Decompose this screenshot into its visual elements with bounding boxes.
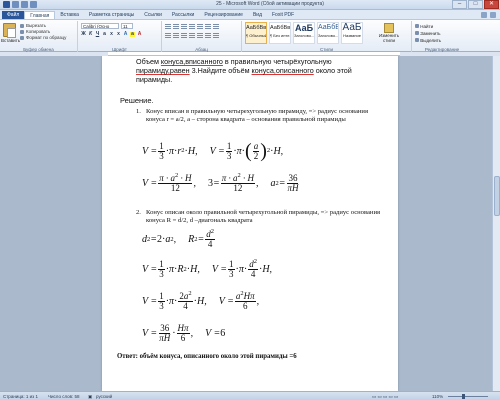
tab-view[interactable]: Вид <box>248 11 267 19</box>
document-page[interactable]: Объем конуса,вписанного в правильную чет… <box>102 56 398 391</box>
align-center-icon[interactable] <box>173 33 179 38</box>
item-1-number: 1. <box>136 108 141 115</box>
subscript-button[interactable]: x <box>109 32 114 37</box>
language-indicator[interactable]: русский <box>96 394 112 399</box>
quick-access-toolbar <box>3 1 37 8</box>
zoom-slider[interactable] <box>448 396 488 397</box>
maximize-button[interactable]: □ <box>468 0 483 9</box>
justify-icon[interactable] <box>189 33 195 38</box>
style-title[interactable]: АаБ Название <box>341 22 363 44</box>
find-button[interactable]: Найти <box>415 23 441 30</box>
ribbon-tabs: Файл Главная Вставка Разметка страницы С… <box>0 10 500 19</box>
paste-button[interactable]: Вставить <box>1 38 20 43</box>
tab-file[interactable]: Файл <box>2 11 25 19</box>
style-heading-2[interactable]: АаБбВв Заголово... <box>317 22 339 44</box>
increase-indent-icon[interactable] <box>197 24 203 29</box>
tab-review[interactable]: Рецензирование <box>199 11 248 19</box>
align-right-icon[interactable] <box>181 33 187 38</box>
style-no-spacing[interactable]: АаБбВвГг ¶ Без инте... <box>269 22 291 44</box>
view-buttons[interactable]: ▭ ▭ ▭ ▭ ▭ <box>372 394 398 400</box>
formula-diagonal: d2 = 2· a 2, R2 = d2 4 <box>142 228 215 249</box>
paste-icon[interactable] <box>3 23 16 38</box>
cursor-icon <box>415 38 419 42</box>
font-color-button[interactable]: A <box>137 32 142 37</box>
tab-references[interactable]: Ссылки <box>139 11 167 19</box>
title-bar: 25 - Microsoft Word (Сбой активации прод… <box>0 0 500 10</box>
superscript-button[interactable]: x <box>116 32 121 37</box>
help-icon[interactable] <box>490 12 496 18</box>
solution-label: Решение. <box>120 96 154 105</box>
redo-icon[interactable] <box>30 1 37 8</box>
highlight-button[interactable]: a <box>130 32 135 37</box>
show-marks-icon[interactable] <box>213 24 219 29</box>
tab-home[interactable]: Главная <box>24 11 56 19</box>
underline-button[interactable]: Ч <box>95 32 100 37</box>
scissors-icon <box>20 24 24 28</box>
format-painter-button[interactable]: Формат по образцу <box>20 35 66 41</box>
change-styles-button[interactable]: Изменить стили <box>378 23 400 43</box>
font-size-select[interactable]: 11 <box>121 23 133 29</box>
decrease-indent-icon[interactable] <box>189 24 195 29</box>
italic-button[interactable]: К <box>88 32 93 37</box>
clipboard-group: Вставить Вырезать Копировать Формат по о… <box>0 21 78 52</box>
formula-volume-circumscribed: V = 1 3 · π · R 2 · H, V = 1 3 · π · d2 4 · H, <box>142 258 273 279</box>
replace-icon <box>415 31 419 35</box>
task-text: Объем конуса,вписанного в правильную чет… <box>136 57 352 84</box>
formula-volume-result: V = 36 πH · Hπ 6, V = 6 <box>142 323 226 343</box>
scrollbar-thumb[interactable] <box>494 176 500 216</box>
ribbon: Вставить Вырезать Копировать Формат по о… <box>0 19 500 52</box>
style-normal[interactable]: АаБбВвГг ¶ Обычный <box>245 22 267 44</box>
strikethrough-button[interactable]: a <box>102 32 107 37</box>
select-button[interactable]: Выделить <box>415 37 441 44</box>
replace-button[interactable]: Заменить <box>415 30 441 37</box>
formula-volume-expression: V = π · a2 · H 12, 3 = π · a2 · H 12, a2 = 36… <box>142 172 299 193</box>
close-button[interactable]: ✕ <box>484 0 499 9</box>
text-effects-button[interactable]: A <box>123 32 128 37</box>
paragraph-group: Абзац <box>162 21 242 52</box>
status-bar: Страница: 1 из 1 Число слов: 58 ▣ русски… <box>0 391 500 400</box>
line-spacing-icon[interactable] <box>197 33 203 38</box>
item-2-text: Конус описан около правильной четырехуго… <box>146 209 381 225</box>
editing-group: Найти Заменить Выделить Редактирование <box>412 21 472 52</box>
ribbon-minimize-icon[interactable] <box>481 12 487 18</box>
spellcheck-icon[interactable]: ▣ <box>88 394 92 400</box>
item-2-number: 2. <box>136 209 141 216</box>
bold-button[interactable]: Ж <box>81 32 86 37</box>
style-heading-1[interactable]: АаБ Заголово... <box>293 22 315 44</box>
window-title: 25 - Microsoft Word (Сбой активации прод… <box>216 1 324 7</box>
item-1-text: Конус вписан в правильную четырехугольну… <box>146 108 368 124</box>
numbering-icon[interactable] <box>173 24 179 29</box>
zoom-level[interactable]: 110% <box>432 394 443 399</box>
borders-icon[interactable] <box>213 33 219 38</box>
vertical-scrollbar[interactable] <box>492 56 500 391</box>
tab-mailings[interactable]: Рассылки <box>167 11 199 19</box>
change-styles-icon <box>384 23 394 33</box>
shading-icon[interactable] <box>205 33 211 38</box>
align-left-icon[interactable] <box>165 33 171 38</box>
brush-icon <box>20 36 24 40</box>
window-controls: – □ ✕ <box>452 0 499 9</box>
undo-icon[interactable] <box>21 1 28 8</box>
font-group: Calibri (Осно 11 Ж К Ч a x x A a A Шрифт <box>78 21 162 52</box>
multilevel-list-icon[interactable] <box>181 24 187 29</box>
answer-text: Ответ: объём конуса, описанного около эт… <box>117 353 297 360</box>
font-name-select[interactable]: Calibri (Осно <box>81 23 119 29</box>
page-count[interactable]: Страница: 1 из 1 <box>3 394 38 399</box>
copy-icon <box>20 30 24 34</box>
formula-volume-substitution: V = 1 3 · π · 2a2 4 · H, V = a2Hπ 6, <box>142 290 260 311</box>
formula-volume-inscribed: V = 1 3 · π · r 2 · H, V = 1 3 · π ·(a 2) 2 · H, <box>142 140 284 162</box>
binoculars-icon <box>415 24 419 28</box>
zoom-slider-knob[interactable] <box>462 394 465 399</box>
tab-foxit-pdf[interactable]: Foxit PDF <box>267 11 299 19</box>
word-count[interactable]: Число слов: 58 <box>48 394 80 399</box>
save-icon[interactable] <box>12 1 19 8</box>
document-area: Объем конуса,вписанного в правильную чет… <box>0 56 492 391</box>
tab-page-layout[interactable]: Разметка страницы <box>84 11 139 19</box>
minimize-button[interactable]: – <box>452 0 467 9</box>
styles-group: АаБбВвГг ¶ Обычный АаБбВвГг ¶ Без инте..… <box>242 21 412 52</box>
tab-insert[interactable]: Вставка <box>55 11 84 19</box>
word-app-icon <box>3 1 10 8</box>
sort-icon[interactable] <box>205 24 211 29</box>
bullets-icon[interactable] <box>165 24 171 29</box>
